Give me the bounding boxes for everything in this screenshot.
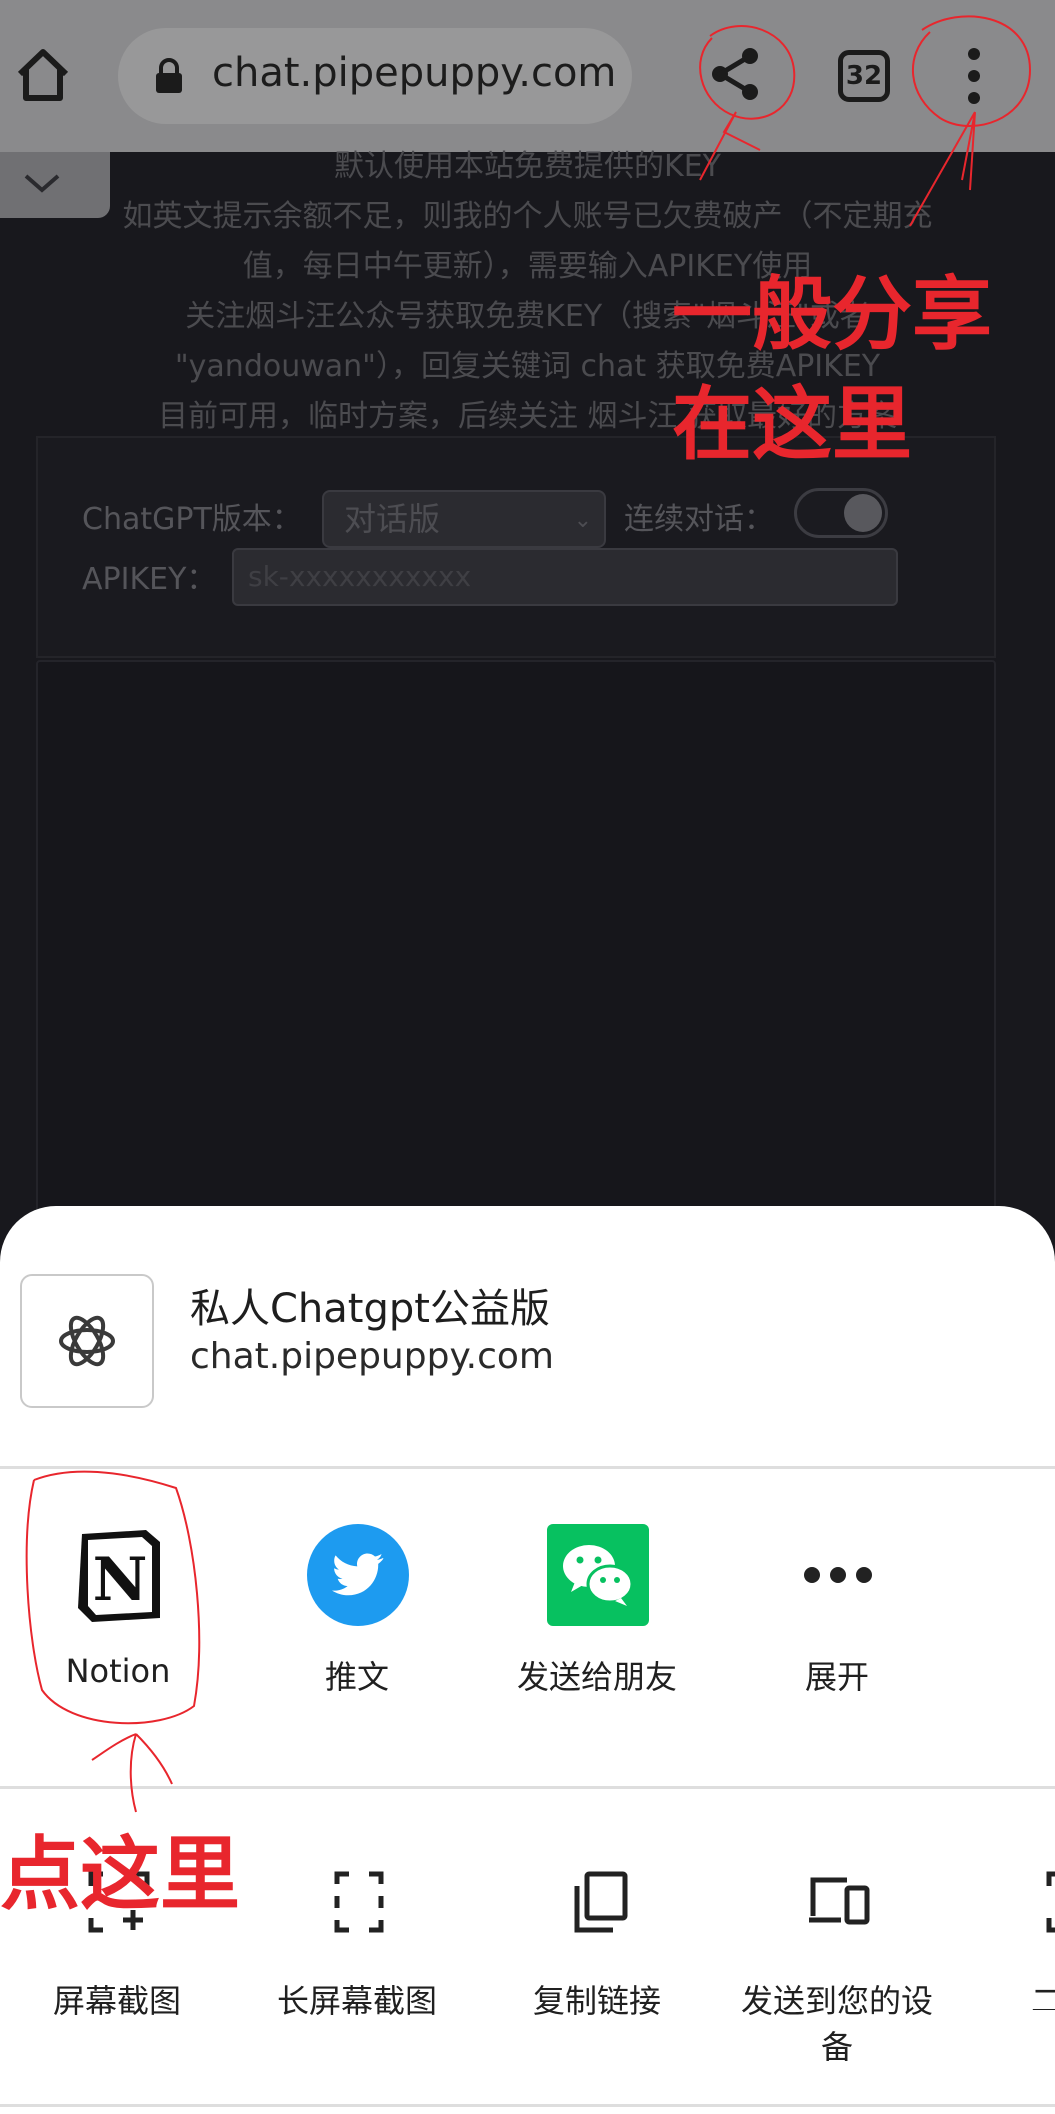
annotation-click-hint: 点这里	[0, 1828, 240, 1921]
annotation-share-hint-line1: 一般分享	[672, 268, 992, 361]
annotation-share-hint-line2: 在这里	[672, 378, 912, 471]
